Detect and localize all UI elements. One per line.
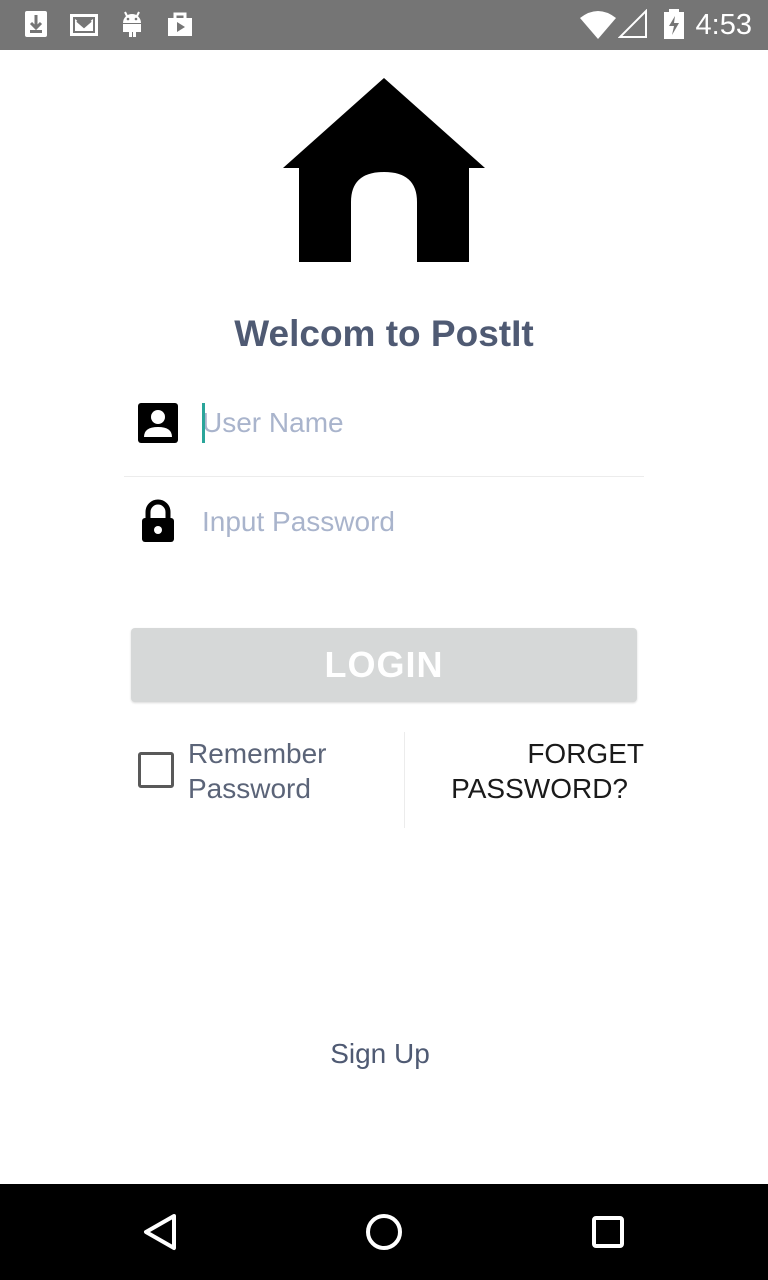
vertical-divider	[404, 732, 405, 828]
forget-label-line1: FORGET	[527, 738, 644, 769]
android-icon	[123, 11, 141, 37]
forget-password-link[interactable]: FORGET PASSWORD?	[420, 736, 644, 806]
sign-up-link[interactable]: Sign Up	[0, 1036, 760, 1072]
remember-label-line2: Password	[188, 773, 311, 804]
gmail-icon	[70, 14, 98, 36]
login-button[interactable]: LOGIN	[131, 628, 637, 702]
text-cursor	[202, 403, 205, 443]
status-bar: 4:53	[0, 0, 768, 50]
forget-label-line2: PASSWORD?	[451, 773, 628, 804]
account-box-icon	[138, 403, 178, 443]
battery-icon	[664, 9, 684, 39]
remember-password-label: Remember Password	[188, 736, 388, 806]
navigation-bar	[0, 1184, 768, 1280]
username-input[interactable]	[202, 400, 632, 446]
download-icon	[25, 11, 47, 37]
house-icon	[283, 78, 485, 262]
home-icon[interactable]	[360, 1208, 408, 1256]
wifi-icon	[580, 11, 616, 39]
play-store-icon	[168, 12, 192, 36]
status-time: 4:53	[695, 9, 752, 41]
password-input[interactable]	[202, 499, 632, 545]
signal-icon	[618, 9, 647, 38]
lock-icon	[142, 499, 174, 542]
recents-icon[interactable]	[584, 1208, 632, 1256]
field-divider	[124, 476, 644, 477]
page-title: Welcom to PostIt	[234, 313, 534, 354]
remember-password-checkbox[interactable]	[138, 752, 174, 788]
remember-label-line1: Remember	[188, 738, 327, 769]
back-icon[interactable]	[136, 1208, 184, 1256]
